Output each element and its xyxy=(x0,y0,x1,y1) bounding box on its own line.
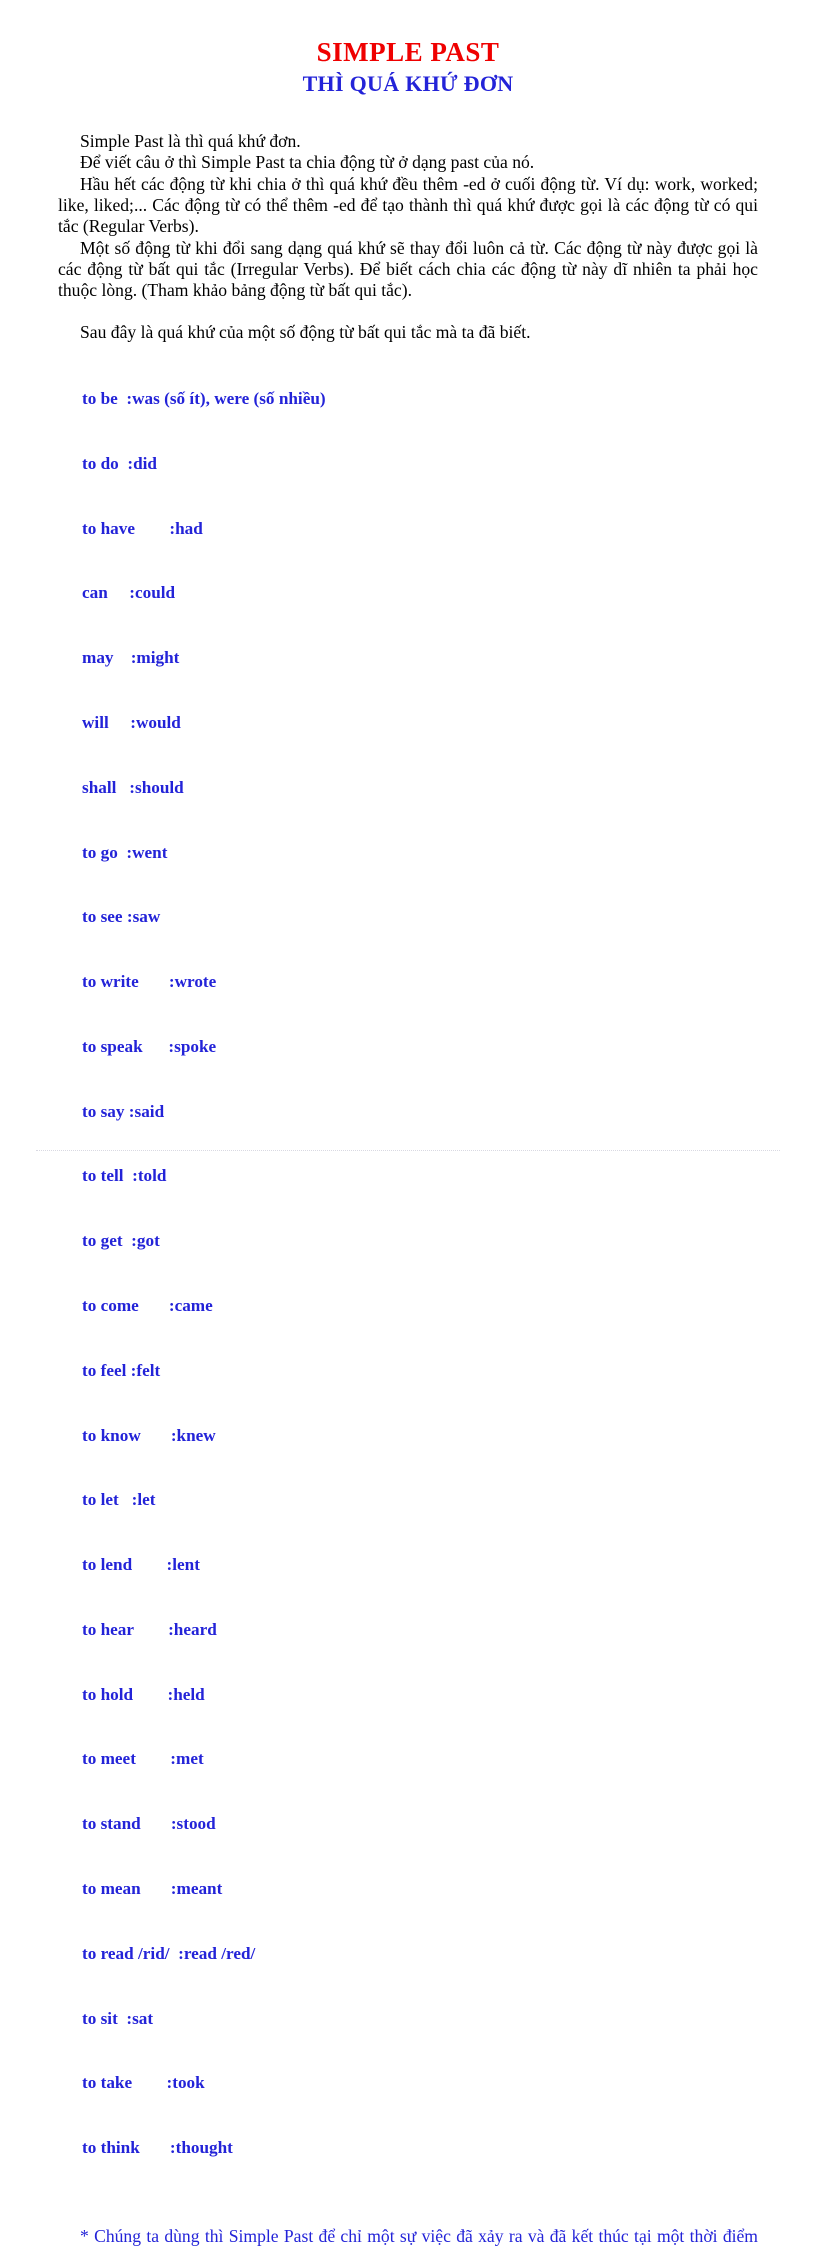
verb-list-item: to see :saw xyxy=(82,907,161,927)
document-title-block: SIMPLE PAST THÌ QUÁ KHỨ ĐƠN xyxy=(0,37,816,97)
verb-list-item: can :could xyxy=(82,583,176,603)
verb-list-item: to write :wrote xyxy=(82,972,217,992)
verb-list-item: to tell :told xyxy=(82,1166,167,1186)
verb-list-item: to think :thought xyxy=(82,2138,233,2158)
intro-paragraph-2: Một số động từ khi đổi sang dạng quá khứ… xyxy=(58,237,758,301)
verb-list-item: to read /rid/ :read /red/ xyxy=(82,1943,256,1963)
document-page: SIMPLE PAST THÌ QUÁ KHỨ ĐƠN Simple Past … xyxy=(0,37,816,2246)
verb-list-item: to know :knew xyxy=(82,1425,216,1445)
verb-list-item: to come :came xyxy=(82,1295,213,1315)
verb-list-item: to mean :meant xyxy=(82,1879,223,1899)
closing-section: * Chúng ta dùng thì Simple Past để chỉ m… xyxy=(58,2202,758,2246)
verb-list-item: to be :was (số ít), were (số nhiều) xyxy=(82,389,326,409)
verb-list-item: to hold :held xyxy=(82,1684,205,1704)
verb-list-item: to stand :stood xyxy=(82,1814,216,1834)
usage-note: * Chúng ta dùng thì Simple Past để chỉ m… xyxy=(80,2225,758,2246)
intro-section: Simple Past là thì quá khứ đơn. Để viết … xyxy=(58,97,758,343)
verb-list-item: to sit :sat xyxy=(82,2008,154,2028)
page-subtitle: THÌ QUÁ KHỨ ĐƠN xyxy=(302,70,514,96)
intro-line-2: Để viết câu ở thì Simple Past ta chia độ… xyxy=(80,152,535,173)
verb-list-item: to lend :lent xyxy=(82,1555,200,1575)
page-title: SIMPLE PAST xyxy=(316,37,500,67)
verb-list-item: to go :went xyxy=(82,842,168,862)
verb-list-item: shall :should xyxy=(82,777,184,797)
verb-list-item: to get :got xyxy=(82,1231,160,1251)
verb-list-lead-in: Sau đây là quá khứ của một số động từ bấ… xyxy=(80,321,531,342)
verb-list-item: to have :had xyxy=(82,518,203,538)
intro-line-1: Simple Past là thì quá khứ đơn. xyxy=(80,131,301,152)
verb-list-item: to do :did xyxy=(82,453,157,473)
verb-list-item: to feel :felt xyxy=(82,1360,161,1380)
verb-list-item: to hear :heard xyxy=(82,1619,217,1639)
verb-list-item: to meet :met xyxy=(82,1749,204,1769)
verb-list-item: to speak :spoke xyxy=(82,1036,217,1056)
intro-paragraph-1: Hầu hết các động từ khi chia ở thì quá k… xyxy=(58,173,758,237)
verb-list-item: to take :took xyxy=(82,2073,205,2093)
irregular-verb-list: to be :was (số ít), were (số nhiều) to d… xyxy=(58,343,758,2202)
verb-list-item: to say :said xyxy=(82,1101,165,1121)
verb-list-item: may :might xyxy=(82,648,180,668)
verb-list-item: to let :let xyxy=(82,1490,156,1510)
verb-list-item: will :would xyxy=(82,712,181,732)
footer-divider xyxy=(36,1150,780,1151)
